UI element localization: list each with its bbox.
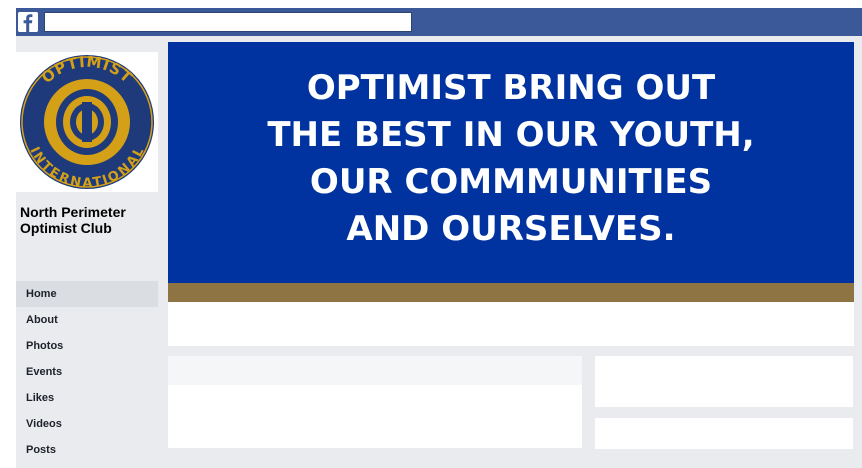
cover-gold-stripe bbox=[168, 283, 854, 302]
nav-item-posts[interactable]: Posts bbox=[16, 437, 158, 463]
page-sidebar: OPTIMIST INTERNATIONAL North Perimeter O… bbox=[16, 36, 166, 468]
nav-item-about[interactable]: About bbox=[16, 307, 158, 333]
profile-picture[interactable]: OPTIMIST INTERNATIONAL bbox=[16, 52, 158, 192]
page-title-line-1: North Perimeter bbox=[20, 204, 126, 220]
right-column-panel-top bbox=[595, 356, 853, 407]
facebook-page-frame: OPTIMIST INTERNATIONAL North Perimeter O… bbox=[16, 8, 862, 468]
cover-headline: OPTIMIST BRING OUT THE BEST IN OUR YOUTH… bbox=[267, 68, 755, 249]
top-navigation-bar bbox=[16, 8, 862, 36]
facebook-logo-icon[interactable] bbox=[18, 12, 38, 32]
nav-item-events[interactable]: Events bbox=[16, 359, 158, 385]
nav-item-likes[interactable]: Likes bbox=[16, 385, 158, 411]
search-input[interactable] bbox=[44, 12, 412, 32]
page-title[interactable]: North Perimeter Optimist Club bbox=[20, 204, 166, 236]
nav-item-videos[interactable]: Videos bbox=[16, 411, 158, 437]
nav-item-photos[interactable]: Photos bbox=[16, 333, 158, 359]
nav-item-home[interactable]: Home bbox=[16, 281, 158, 307]
optimist-international-logo-icon: OPTIMIST INTERNATIONAL bbox=[20, 53, 154, 191]
page-title-line-2: Optimist Club bbox=[20, 220, 112, 236]
main-content-panel bbox=[168, 356, 582, 448]
right-column-panel-bottom bbox=[595, 418, 853, 449]
page-nav-menu: Home About Photos Events Likes Videos Po… bbox=[16, 281, 158, 463]
cover-photo[interactable]: OPTIMIST BRING OUT THE BEST IN OUR YOUTH… bbox=[168, 42, 854, 302]
page-header-panel bbox=[168, 302, 854, 346]
main-content-panel-header bbox=[168, 356, 582, 385]
